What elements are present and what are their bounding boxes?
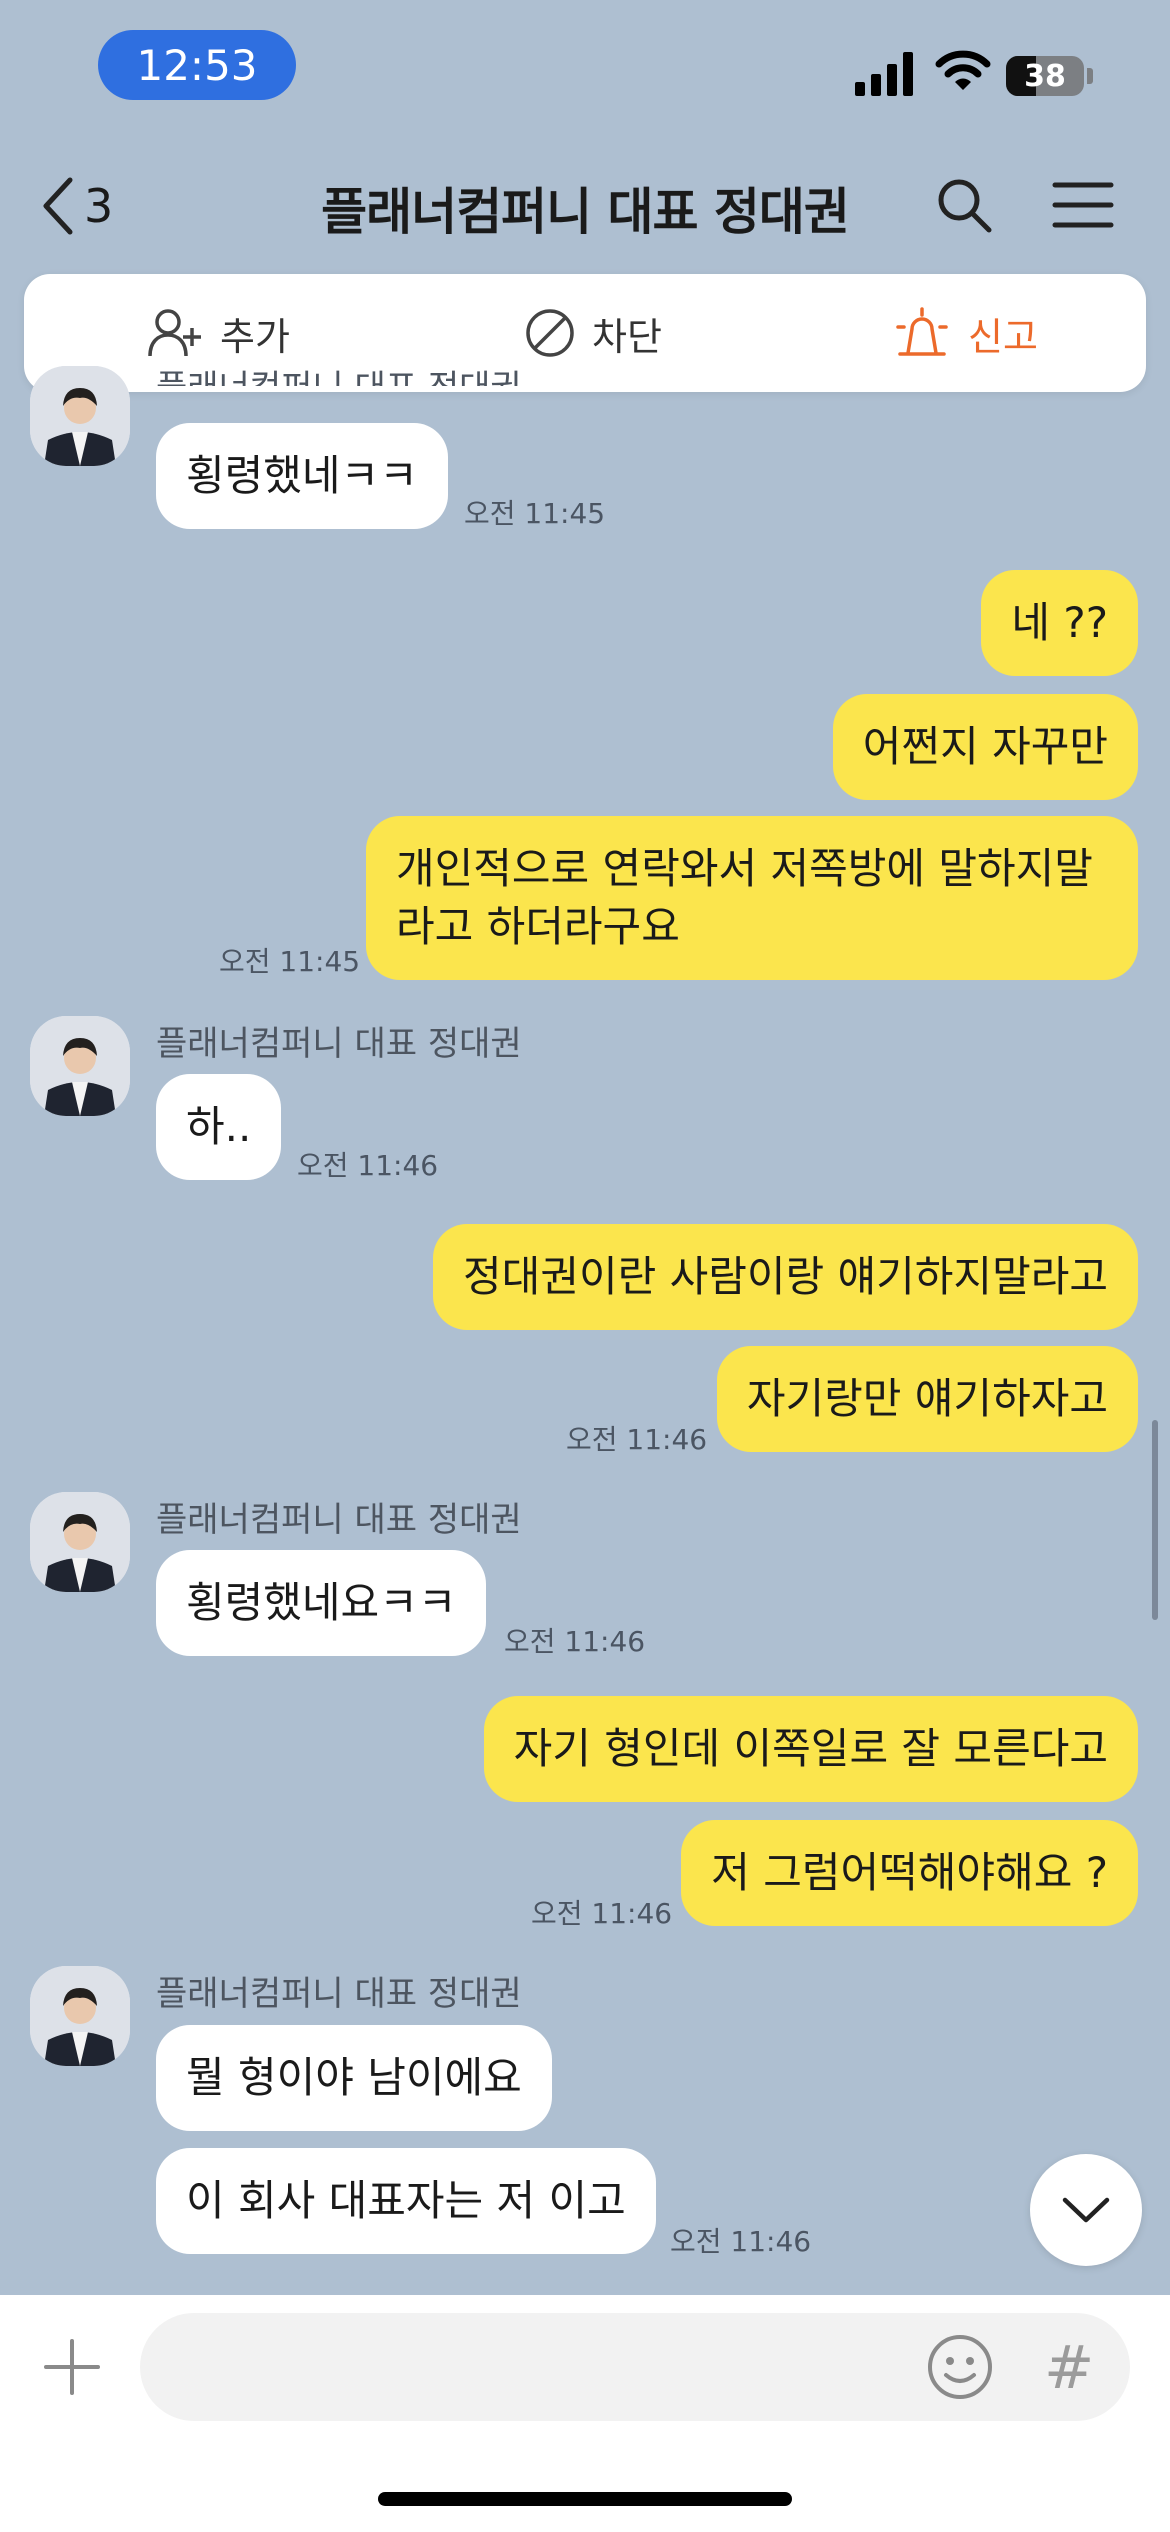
avatar[interactable]	[30, 1492, 130, 1592]
add-friend-label: 추가	[220, 314, 290, 359]
report-button[interactable]: 신고	[892, 274, 1038, 392]
unread-count: 3	[84, 179, 114, 233]
message-bubble[interactable]: 뭘 형이야 남이에요	[156, 2025, 552, 2131]
profile-photo	[30, 1966, 130, 2066]
status-time: 12:53	[98, 30, 296, 100]
battery-icon: 38	[1006, 56, 1084, 96]
message-bubble[interactable]: 횡령했네요ㅋㅋ	[156, 1550, 487, 1656]
chevron-down-icon	[1062, 2197, 1110, 2223]
scrollbar[interactable]	[1152, 1420, 1158, 1620]
message-time: 오전 11:46	[504, 1625, 646, 1658]
hash-icon[interactable]: #	[1044, 2333, 1094, 2403]
message-bubble[interactable]: 정대권이란 사람이랑 얘기하지말라고	[433, 1224, 1138, 1330]
plus-icon[interactable]	[40, 2335, 104, 2399]
sender-name: 플래너컴퍼니 대표 정대권	[156, 1024, 522, 1064]
status-bar: 12:53 38	[0, 0, 1170, 140]
message-time: 오전 11:45	[219, 945, 361, 978]
report-siren-icon	[896, 307, 948, 356]
block-button[interactable]: 차단	[524, 274, 662, 392]
message-bubble[interactable]: 하..	[156, 1074, 282, 1180]
avatar[interactable]	[30, 1966, 130, 2066]
home-indicator[interactable]	[378, 2492, 792, 2506]
avatar[interactable]	[30, 366, 130, 466]
message-bubble[interactable]: 네 ??	[981, 570, 1138, 676]
message-bubble[interactable]: 어쩐지 자꾸만	[832, 694, 1138, 800]
chat-header: 3 플래너컴퍼니 대표 정대권	[0, 140, 1170, 270]
message-time: 오전 11:46	[670, 2225, 812, 2258]
block-icon	[526, 309, 574, 357]
report-label: 신고	[968, 314, 1038, 359]
back-chevron-icon	[43, 177, 73, 235]
message-time: 오전 11:46	[531, 1897, 673, 1930]
message-bubble[interactable]: 이 회사 대표자는 저 이고	[156, 2148, 656, 2254]
signal-icon	[855, 52, 913, 96]
block-label: 차단	[592, 314, 662, 359]
sender-name: 플래너컴퍼니 대표 정대권	[156, 1500, 522, 1540]
message-bubble[interactable]: 자기랑만 얘기하자고	[716, 1346, 1138, 1452]
profile-photo	[30, 366, 130, 466]
message-bubble[interactable]: 개인적으로 연락와서 저쪽방에 말하지말라고 하더라구요	[366, 816, 1138, 980]
message-bubble[interactable]: 자기 형인데 이쪽일로 잘 모른다고	[483, 1696, 1138, 1802]
add-friend-icon	[148, 309, 201, 357]
message-bubble[interactable]: 저 그럼어떡해야해요 ?	[681, 1820, 1138, 1926]
battery-level: 38	[1024, 58, 1066, 94]
profile-photo	[30, 1016, 130, 1116]
scroll-to-bottom-button[interactable]	[1030, 2154, 1142, 2266]
message-bubble[interactable]: 횡령했네ㅋㅋ	[156, 423, 448, 529]
avatar[interactable]	[30, 1016, 130, 1116]
back-button[interactable]: 3	[40, 176, 113, 236]
wifi-icon	[935, 50, 991, 90]
emoji-icon[interactable]	[926, 2333, 994, 2401]
menu-icon[interactable]	[1052, 180, 1114, 230]
chat-title: 플래너컴퍼니 대표 정대권	[321, 183, 850, 241]
message-time: 오전 11:46	[297, 1149, 439, 1182]
sender-name: 플래너컴퍼니 대표 정대권	[156, 1974, 522, 2014]
search-icon[interactable]	[935, 176, 995, 236]
message-time: 오전 11:45	[464, 497, 606, 530]
profile-photo	[30, 1492, 130, 1592]
sender-name: 플래너컴퍼니 대표 정대권	[156, 360, 522, 386]
message-time: 오전 11:46	[566, 1423, 708, 1456]
